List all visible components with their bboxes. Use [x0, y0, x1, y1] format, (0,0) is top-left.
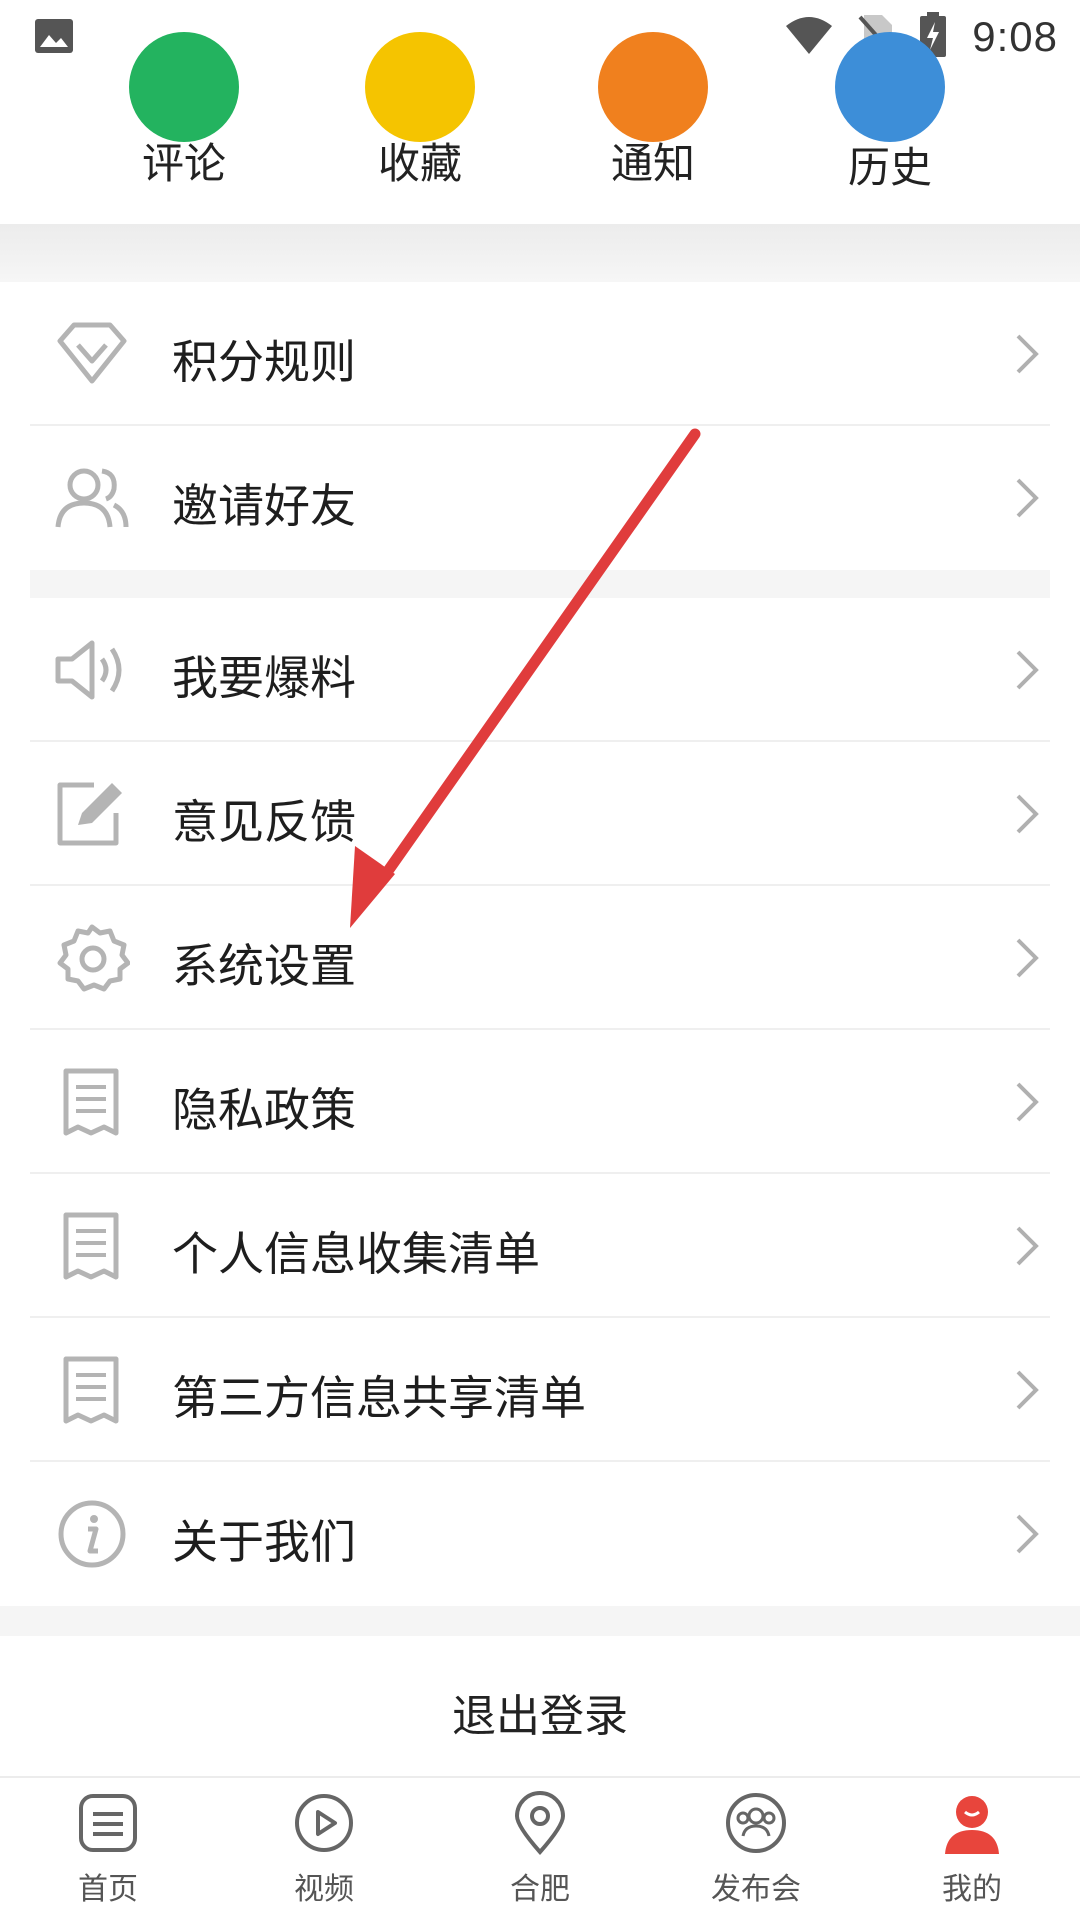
location-pin-icon — [514, 1791, 566, 1856]
speaker-icon — [55, 640, 122, 700]
menu-group-settings: 我要爆料 意见反馈 系统设置 隐私政策 个人信息收集清单 第三方信息共享清单 关… — [0, 598, 1080, 1606]
chevron-right-icon — [1016, 1514, 1039, 1554]
chevron-right-icon — [1016, 1226, 1039, 1266]
nav-tab-mine[interactable]: 我的 — [864, 1790, 1080, 1920]
menu-item-personal-info-list[interactable]: 个人信息收集清单 — [0, 1174, 1080, 1318]
nav-label: 视频 — [294, 1872, 354, 1907]
menu-group-account: 积分规则 邀请好友 — [0, 282, 1080, 570]
diamond-icon — [57, 322, 127, 384]
document-icon — [63, 1212, 119, 1280]
users-icon — [55, 468, 129, 528]
chevron-right-icon — [1016, 938, 1039, 978]
chevron-right-icon — [1016, 334, 1039, 374]
comments-icon — [129, 32, 239, 142]
menu-item-privacy-policy[interactable]: 隐私政策 — [0, 1030, 1080, 1174]
quick-action-label: 通知 — [610, 139, 695, 188]
menu-item-label: 积分规则 — [172, 335, 356, 389]
nav-label: 发布会 — [711, 1872, 801, 1907]
quick-action-comments[interactable]: 评论 — [84, 32, 284, 224]
edit-icon — [57, 782, 122, 846]
menu-item-label: 我要爆料 — [172, 651, 356, 705]
nav-tab-press-conference[interactable]: 发布会 — [648, 1790, 864, 1920]
document-icon — [63, 1068, 119, 1136]
menu-item-feedback[interactable]: 意见反馈 — [0, 742, 1080, 886]
quick-action-label: 历史 — [847, 143, 932, 192]
quick-action-history[interactable]: 历史 — [790, 32, 990, 224]
gear-icon — [57, 924, 130, 992]
logout-button[interactable]: 退出登录 — [0, 1636, 1080, 1776]
menu-item-points-rules[interactable]: 积分规则 — [0, 282, 1080, 426]
menu-item-label: 第三方信息共享清单 — [172, 1371, 586, 1425]
section-divider — [0, 224, 1080, 282]
section-divider — [0, 1606, 1080, 1636]
nav-label: 我的 — [942, 1872, 1002, 1907]
image-icon — [34, 18, 74, 58]
group-icon — [726, 1793, 786, 1853]
notifications-icon — [598, 32, 708, 142]
logout-label: 退出登录 — [452, 1691, 628, 1742]
group-separator — [30, 570, 1050, 598]
menu-item-label: 系统设置 — [172, 939, 356, 993]
profile-avatar-icon — [945, 1796, 999, 1854]
home-list-icon — [79, 1794, 137, 1852]
menu-item-label: 个人信息收集清单 — [172, 1227, 540, 1281]
quick-action-notifications[interactable]: 通知 — [553, 32, 753, 224]
chevron-right-icon — [1016, 650, 1039, 690]
menu-item-third-party-sharing-list[interactable]: 第三方信息共享清单 — [0, 1318, 1080, 1462]
chevron-right-icon — [1016, 478, 1039, 518]
nav-tab-hefei[interactable]: 合肥 — [432, 1790, 648, 1920]
chevron-right-icon — [1016, 1370, 1039, 1410]
chevron-right-icon — [1016, 794, 1039, 834]
nav-label: 首页 — [78, 1872, 138, 1907]
nav-tab-video[interactable]: 视频 — [216, 1790, 432, 1920]
quick-actions-row: 评论 收藏 通知 历史 — [0, 32, 1080, 224]
play-icon — [295, 1794, 353, 1852]
quick-action-favorites[interactable]: 收藏 — [320, 32, 520, 224]
menu-item-about-us[interactable]: 关于我们 — [0, 1462, 1080, 1606]
bottom-nav: 首页 视频 合肥 发布会 我的 — [0, 1776, 1080, 1920]
menu-item-label: 意见反馈 — [172, 795, 356, 849]
quick-action-label: 收藏 — [377, 139, 462, 188]
status-time: 9:08 — [972, 13, 1058, 60]
document-icon — [63, 1356, 119, 1424]
info-icon — [58, 1500, 126, 1568]
favorites-icon — [365, 32, 475, 142]
nav-tab-home[interactable]: 首页 — [0, 1790, 216, 1920]
menu-item-label: 邀请好友 — [172, 479, 356, 533]
history-icon — [835, 32, 945, 142]
wifi-icon — [784, 14, 834, 60]
chevron-right-icon — [1016, 1082, 1039, 1122]
quick-action-label: 评论 — [141, 139, 226, 188]
menu-item-system-settings[interactable]: 系统设置 — [0, 886, 1080, 1030]
menu-item-submit-tip[interactable]: 我要爆料 — [0, 598, 1080, 742]
menu-item-label: 关于我们 — [172, 1515, 356, 1569]
nav-label: 合肥 — [510, 1872, 570, 1907]
menu-item-invite-friends[interactable]: 邀请好友 — [0, 426, 1080, 570]
menu-item-label: 隐私政策 — [172, 1083, 356, 1137]
